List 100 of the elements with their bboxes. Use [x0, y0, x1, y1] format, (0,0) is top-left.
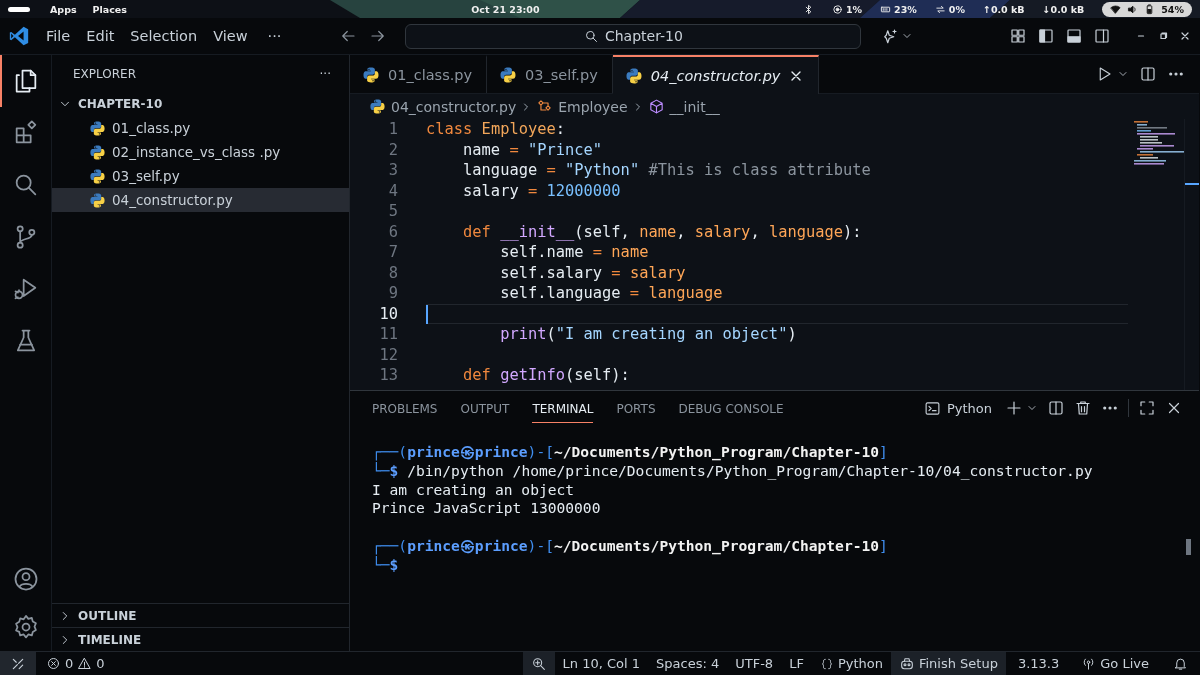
split-terminal-icon[interactable] — [1047, 399, 1065, 417]
editor-tab[interactable]: 01_class.py — [350, 55, 488, 93]
status-item[interactable]: Spaces: 4 — [648, 652, 728, 675]
braces-icon — [819, 656, 834, 671]
split-editor-icon[interactable] — [1139, 65, 1157, 83]
breadcrumb-item[interactable]: 04_constructor.py — [369, 98, 517, 115]
line-number: 12 — [378, 344, 399, 365]
clock[interactable]: Oct 21 23:00 — [471, 3, 540, 15]
search-field[interactable]: Chapter-10 — [405, 23, 862, 49]
folder-row[interactable]: CHAPTER-10 — [52, 93, 349, 115]
go-live-button[interactable]: Go Live — [1073, 652, 1157, 675]
python-icon — [89, 119, 106, 137]
remote-button[interactable] — [0, 652, 36, 675]
sidebar-title: EXPLORER — [73, 67, 136, 81]
plus-icon[interactable] — [1005, 399, 1023, 417]
panel-tab[interactable]: TERMINAL — [532, 393, 594, 423]
restore-icon[interactable] — [1157, 30, 1169, 42]
code-line: def getInfo(self): — [462, 365, 630, 386]
breadcrumb-item[interactable]: Employee — [536, 98, 628, 115]
panel-tab[interactable]: DEBUG CONSOLE — [678, 393, 784, 423]
code-line: class Employee: — [426, 119, 566, 140]
more-actions[interactable]: ··· — [319, 67, 331, 81]
layout-icon[interactable] — [1009, 27, 1027, 45]
system-menu[interactable]: Places — [92, 3, 127, 15]
search-icon — [583, 28, 599, 44]
volume-icon — [1127, 3, 1139, 15]
app-logo-icon — [8, 25, 30, 47]
line-number: 4 — [387, 180, 399, 201]
editor-tab[interactable]: 03_self.py — [487, 55, 613, 93]
file-row[interactable]: 01_class.py — [52, 116, 349, 140]
close-icon[interactable] — [1179, 30, 1191, 42]
code-line: self.name = name — [499, 242, 649, 263]
error-icon — [46, 656, 61, 671]
activities-icon[interactable] — [8, 6, 30, 12]
robot-icon — [898, 655, 915, 672]
menu-item[interactable]: File — [38, 25, 79, 47]
line-number: 3 — [387, 160, 399, 181]
line-number: 5 — [387, 201, 399, 222]
menu-item[interactable]: View — [205, 25, 256, 47]
menu-item[interactable]: Edit — [78, 25, 123, 47]
panel-tab[interactable]: PORTS — [616, 393, 656, 423]
code-line: self.language = language — [499, 283, 723, 304]
wifi-icon — [1110, 3, 1122, 15]
status-item[interactable]: UTF-8 — [727, 652, 782, 675]
python-icon — [499, 66, 518, 84]
line-number: 11 — [378, 324, 399, 345]
bell-icon[interactable] — [1173, 656, 1188, 671]
code-line: language = "Python" #This is class attribute — [462, 160, 871, 181]
code-line: def __init__(self, name, salary, language): — [462, 221, 862, 242]
zoom-in-icon — [530, 655, 547, 672]
more-menu[interactable]: ··· — [259, 25, 290, 47]
interpreter-version[interactable]: 3.13.3 — [1009, 652, 1068, 675]
swap-icon — [934, 3, 946, 15]
terminal-icon — [923, 399, 941, 417]
indicator-value: ↓0.0 kB — [1042, 3, 1085, 15]
code-line: name = "Prince" — [462, 139, 603, 160]
terminal-output: I am creating an object — [372, 480, 575, 500]
sparkle-icon[interactable] — [881, 27, 900, 45]
remote-icon — [11, 656, 25, 671]
menu-item[interactable]: Selection — [122, 25, 206, 47]
system-menu[interactable]: Apps — [50, 3, 77, 15]
indicator-value: 1% — [845, 3, 863, 15]
maximize-icon[interactable] — [1138, 399, 1156, 417]
terminal-prompt: ┌──(prince㉿prince)-[~/Documents/Python_Program/Chapter-10] — [372, 537, 888, 556]
code-line: salary = 12000000 — [462, 180, 621, 201]
cursor-position-marker — [1185, 183, 1199, 185]
warning-icon — [77, 656, 93, 671]
cube-icon — [647, 98, 665, 115]
python-icon — [89, 191, 106, 209]
line-number: 9 — [387, 283, 399, 304]
terminal-prompt: ┌──(prince㉿prince)-[~/Documents/Python_Program/Chapter-10] — [372, 443, 888, 462]
breadcrumb-item[interactable]: __init__ — [647, 98, 720, 115]
sidebar-icon[interactable] — [1037, 27, 1055, 45]
terminal-selector[interactable]: Python — [923, 399, 992, 417]
editor-tab[interactable]: 04_constructor.py — [612, 55, 820, 94]
file-row[interactable]: 02_instance_vs_class .py — [52, 140, 349, 164]
python-icon — [624, 66, 643, 85]
python-icon — [369, 98, 386, 115]
file-row[interactable]: 04_constructor.py — [52, 188, 349, 212]
broadcast-icon — [1081, 656, 1097, 671]
line-number: 7 — [387, 242, 399, 263]
status-item[interactable]: Ln 10, Col 1 — [554, 652, 649, 675]
terminal-prompt: └─$ — [372, 555, 399, 575]
indicator-value: ↑0.0 kB — [982, 3, 1025, 15]
panel-icon[interactable] — [1065, 27, 1083, 45]
copilot-button[interactable]: Finish Setup — [890, 652, 1006, 675]
terminal-output: Prince JavaScript 13000000 — [372, 499, 601, 519]
python-icon — [89, 143, 106, 161]
zoom-button[interactable] — [522, 652, 555, 675]
status-item[interactable]: LF — [781, 652, 812, 675]
scrollbar-thumb[interactable] — [1186, 539, 1191, 555]
panel-tab[interactable]: OUTPUT — [460, 393, 510, 423]
problems-button[interactable]: 0 0 — [38, 652, 113, 675]
file-row[interactable]: 03_self.py — [52, 164, 349, 188]
code-line: self.salary = salary — [499, 262, 686, 283]
trash-icon[interactable] — [1074, 399, 1092, 417]
language-mode[interactable]: Python — [811, 652, 891, 675]
section-header[interactable]: OUTLINE — [52, 603, 349, 627]
secondary-sidebar-icon[interactable] — [1093, 27, 1111, 45]
panel-tab[interactable]: PROBLEMS — [372, 393, 438, 423]
